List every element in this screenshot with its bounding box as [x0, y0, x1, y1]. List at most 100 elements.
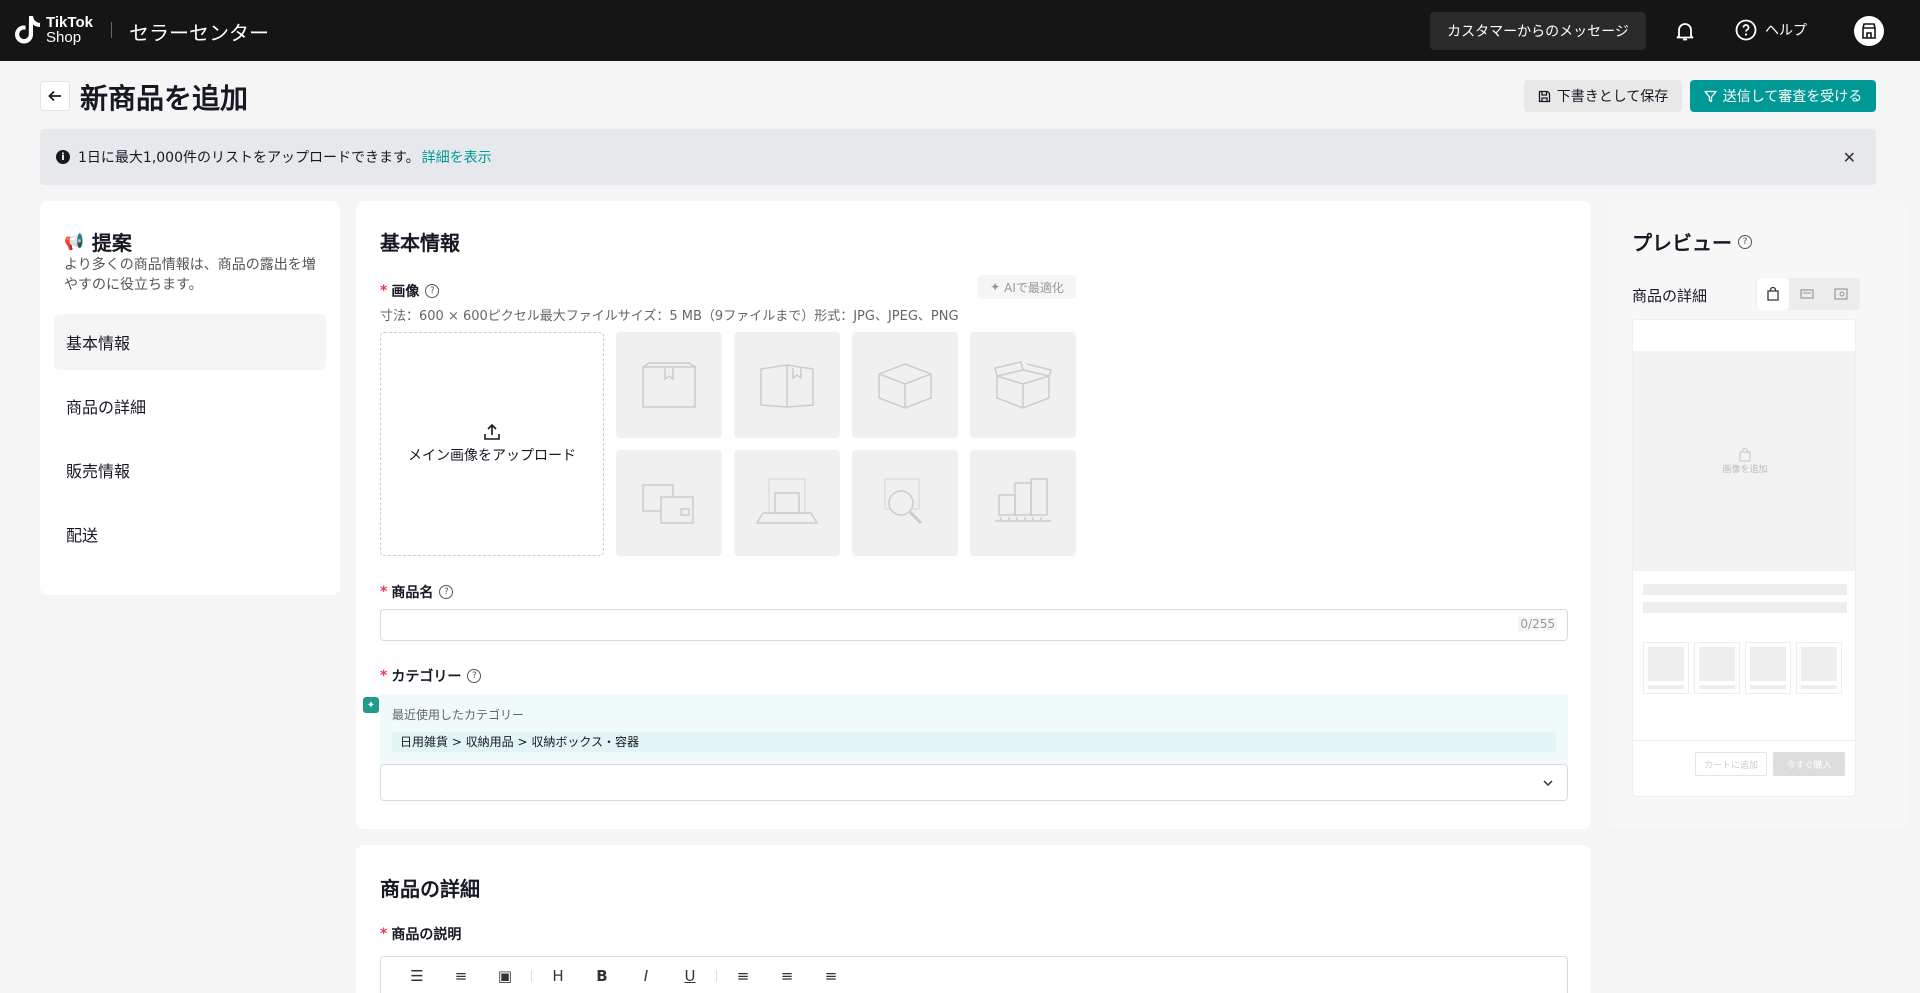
- top-bar: TikTok Shop セラーセンター カスタマーからのメッセージ ヘルプ: [0, 0, 1920, 61]
- sidebar-item-basic-info[interactable]: 基本情報: [54, 314, 326, 370]
- image-slot[interactable]: [734, 450, 840, 556]
- box-with-card-icon: [642, 484, 694, 524]
- heading-icon[interactable]: H: [536, 967, 580, 985]
- description-field-label: * 商品の説明: [380, 926, 462, 943]
- submit-review-label: 送信して審査を受ける: [1722, 89, 1863, 105]
- product-name-label: 商品名: [391, 585, 434, 601]
- close-icon[interactable]: ✕: [1843, 148, 1856, 167]
- help-circle-icon[interactable]: ?: [425, 284, 440, 298]
- sidebar-item-shipping[interactable]: 配送: [54, 506, 326, 562]
- box-opened-icon: [994, 361, 1052, 409]
- toolbar-divider: [716, 970, 717, 982]
- bell-icon[interactable]: [1673, 19, 1697, 43]
- ai-badge-icon: ✦: [363, 697, 379, 713]
- logo-text-tiktok: TikTok: [46, 14, 93, 31]
- back-button[interactable]: [40, 81, 70, 111]
- category-select[interactable]: [380, 764, 1568, 801]
- arrow-left-icon: [48, 90, 61, 102]
- main-image-upload[interactable]: メイン画像をアップロード: [380, 332, 604, 556]
- align-center-icon[interactable]: ≡: [765, 967, 809, 985]
- buy-now-button: 今すぐ購入: [1773, 752, 1845, 776]
- image-slot[interactable]: [616, 450, 722, 556]
- shopping-bag-icon[interactable]: [1757, 278, 1789, 310]
- store-account-icon[interactable]: [1854, 16, 1884, 46]
- box-dimensions-icon: [995, 478, 1051, 522]
- basic-info-section: 基本情報 * 画像 ? ✦ AIで最適化 寸法：600 × 600ピクセル最大ファ…: [356, 201, 1591, 829]
- live-icon[interactable]: [1791, 278, 1823, 310]
- product-name-input[interactable]: 0/255: [380, 609, 1568, 641]
- notice-text: 1日に最大1,000件のリストをアップロードできます。: [78, 150, 420, 166]
- phone-preview: 画像を追加 カートに追加 今すぐ購入: [1632, 319, 1856, 797]
- submit-review-button[interactable]: 送信して審査を受ける: [1690, 80, 1876, 112]
- box-angle-icon: [878, 363, 932, 409]
- app-title: セラーセンター: [129, 21, 269, 45]
- box-front-icon: [642, 362, 696, 408]
- box-on-laptop-icon: [755, 478, 819, 524]
- save-icon: [1538, 90, 1550, 102]
- add-image-hint: 画像を追加: [1722, 464, 1768, 475]
- character-counter: 0/255: [1518, 617, 1557, 631]
- image-slot[interactable]: [852, 332, 958, 438]
- skeleton-thumb: [1643, 642, 1689, 694]
- numbered-list-icon[interactable]: ≡: [439, 967, 483, 985]
- magnifier-inspect-icon: [884, 478, 923, 525]
- save-draft-button[interactable]: 下書きとして保存: [1524, 80, 1682, 112]
- image-slot[interactable]: [734, 332, 840, 438]
- help-circle-icon[interactable]: ?: [439, 585, 454, 599]
- category-label: カテゴリー: [391, 669, 462, 685]
- upload-limit-notice: i 1日に最大1,000件のリストをアップロードできます。 詳細を表示 ✕: [40, 129, 1876, 185]
- chevron-down-icon: [1543, 780, 1553, 787]
- save-draft-label: 下書きとして保存: [1556, 89, 1669, 105]
- help-circle-icon[interactable]: ?: [1738, 234, 1752, 249]
- image-field-label: * 画像 ?: [380, 281, 440, 301]
- box-open-side-icon: [760, 364, 814, 408]
- suggestion-sidebar: 📢 提案 より多くの商品情報は、商品の露出を増やすのに役立ちます。 基本情報 商…: [40, 201, 340, 595]
- recent-category-option[interactable]: 日用雑貨 > 収納用品 > 収納ボックス・容器: [392, 732, 1556, 752]
- product-details-section: 商品の詳細 * 商品の説明 ☰ ≡ ▣ H B I U ≡ ≡ ≡: [356, 845, 1591, 993]
- skeleton-line: [1643, 584, 1847, 595]
- preview-mode-tabs: [1756, 278, 1860, 310]
- section-title-basic-info: 基本情報: [380, 231, 460, 255]
- section-title-product-details: 商品の詳細: [380, 877, 480, 901]
- preview-panel: プレビュー ? 商品の詳細 画像を追加 カートに追加 今すぐ購入: [1608, 201, 1908, 829]
- image-slot[interactable]: [616, 332, 722, 438]
- notice-details-link[interactable]: 詳細を表示: [422, 147, 492, 167]
- toolbar-divider: [531, 970, 532, 982]
- image-insert-icon[interactable]: ▣: [483, 967, 527, 985]
- skeleton-thumb: [1796, 642, 1842, 694]
- recent-categories-panel: ✦ 最近使用したカテゴリー 日用雑貨 > 収納用品 > 収納ボックス・容器: [363, 694, 1568, 764]
- recent-categories-label: 最近使用したカテゴリー: [392, 708, 525, 722]
- image-slot[interactable]: [970, 450, 1076, 556]
- skeleton-line: [1643, 602, 1847, 613]
- sidebar-item-product-details[interactable]: 商品の詳細: [54, 378, 326, 434]
- align-left-icon[interactable]: ≡: [721, 967, 765, 985]
- image-slot[interactable]: [852, 450, 958, 556]
- page-title: 新商品を追加: [80, 82, 249, 115]
- help-icon: [1735, 19, 1757, 41]
- category-field-label: * カテゴリー ?: [380, 666, 482, 686]
- image-slot[interactable]: [970, 332, 1076, 438]
- italic-icon[interactable]: I: [624, 967, 668, 985]
- help-button[interactable]: ヘルプ: [1735, 19, 1807, 41]
- help-circle-icon[interactable]: ?: [467, 669, 482, 683]
- underline-icon[interactable]: U: [668, 967, 712, 985]
- divider: [111, 22, 112, 38]
- ai-optimize-label: AIで最適化: [1004, 280, 1064, 295]
- sidebar-item-sales-info[interactable]: 販売情報: [54, 442, 326, 498]
- tiktok-shop-logo[interactable]: TikTok Shop: [14, 14, 93, 46]
- skeleton-thumb: [1694, 642, 1740, 694]
- ai-optimize-button[interactable]: ✦ AIで最適化: [978, 275, 1076, 299]
- align-right-icon[interactable]: ≡: [809, 967, 853, 985]
- preview-title: プレビュー: [1632, 231, 1732, 255]
- shopping-bag-icon: [1739, 447, 1751, 462]
- suggestion-description: より多くの商品情報は、商品の露出を増やすのに役立ちます。: [64, 257, 316, 293]
- search-preview-icon[interactable]: [1825, 278, 1857, 310]
- description-label: 商品の説明: [391, 927, 462, 943]
- add-to-cart-button: カートに追加: [1695, 752, 1767, 776]
- sparkle-icon: ✦: [990, 280, 1001, 294]
- bold-icon[interactable]: B: [580, 967, 624, 985]
- image-label: 画像: [391, 284, 420, 300]
- customer-messages-button[interactable]: カスタマーからのメッセージ: [1430, 12, 1646, 50]
- megaphone-icon: 📢: [64, 232, 84, 251]
- bullet-list-icon[interactable]: ☰: [395, 967, 439, 985]
